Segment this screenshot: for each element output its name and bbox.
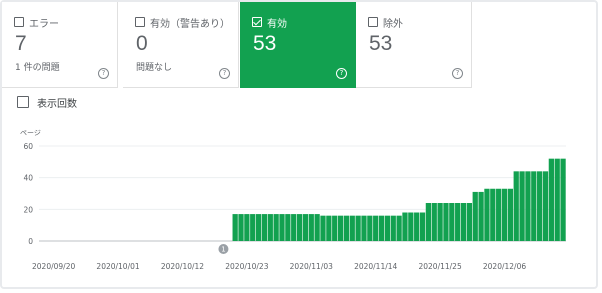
bar xyxy=(285,214,291,241)
y-tick-label: 60 xyxy=(23,142,33,151)
bar xyxy=(396,215,402,241)
bar xyxy=(519,171,525,241)
bar xyxy=(384,215,391,241)
bar xyxy=(443,203,449,241)
bar xyxy=(460,203,467,241)
bar xyxy=(525,171,531,241)
bar xyxy=(431,203,437,241)
bar xyxy=(414,212,420,241)
bar xyxy=(343,215,350,241)
bar xyxy=(373,215,379,241)
bar xyxy=(548,158,554,241)
bar xyxy=(267,214,273,241)
y-tick-label: 0 xyxy=(28,237,33,246)
bar xyxy=(390,215,396,241)
bar xyxy=(484,188,490,241)
bar xyxy=(554,158,560,241)
bar xyxy=(291,214,297,241)
x-tick-label: 2020/10/23 xyxy=(225,262,268,271)
bar xyxy=(302,214,309,241)
bar xyxy=(378,215,385,241)
bar xyxy=(449,203,455,241)
x-tick-label: 2020/11/03 xyxy=(290,262,333,271)
bar xyxy=(349,215,355,241)
bar xyxy=(238,214,244,241)
bar xyxy=(355,215,361,241)
bar xyxy=(232,214,238,241)
x-tick-label: 2020/12/06 xyxy=(483,262,526,271)
bar xyxy=(408,212,414,241)
bar xyxy=(425,203,432,241)
bar xyxy=(337,215,344,241)
bar xyxy=(507,188,513,241)
bar xyxy=(361,215,367,241)
bar xyxy=(314,214,320,241)
bar xyxy=(261,214,268,241)
bar xyxy=(273,214,279,241)
bar xyxy=(255,214,262,241)
bar xyxy=(472,191,478,241)
x-tick-label: 2020/10/12 xyxy=(161,262,204,271)
bar xyxy=(542,171,549,241)
bar xyxy=(437,203,443,241)
bar xyxy=(513,171,519,241)
x-tick-label: 2020/10/01 xyxy=(96,262,139,271)
bar xyxy=(419,212,426,241)
bar xyxy=(326,215,332,241)
x-tick-label: 2020/11/25 xyxy=(418,262,461,271)
bar xyxy=(501,188,508,241)
bar xyxy=(279,214,285,241)
bar xyxy=(496,188,502,241)
bar xyxy=(308,214,314,241)
annotation-label: 1 xyxy=(221,246,225,254)
bar xyxy=(478,191,484,241)
bar xyxy=(531,171,537,241)
bar xyxy=(250,214,256,241)
bar xyxy=(560,158,566,241)
y-tick-label: 40 xyxy=(23,174,33,183)
pages-chart: ページ 0 20 40 60 2020/09/20 2020/10/01 2020/10/12… xyxy=(20,129,566,271)
bar xyxy=(296,214,303,241)
y-axis-label: ページ xyxy=(20,129,41,137)
bar xyxy=(320,215,326,241)
y-tick-label: 20 xyxy=(23,205,33,214)
bar xyxy=(455,203,461,241)
bar xyxy=(402,212,408,241)
bar xyxy=(537,171,543,241)
x-tick-label: 2020/11/14 xyxy=(354,262,397,271)
bar xyxy=(490,188,496,241)
bar xyxy=(367,215,373,241)
bar xyxy=(332,215,338,241)
bar xyxy=(244,214,250,241)
bar xyxy=(466,203,473,241)
x-tick-label: 2020/09/20 xyxy=(32,262,75,271)
